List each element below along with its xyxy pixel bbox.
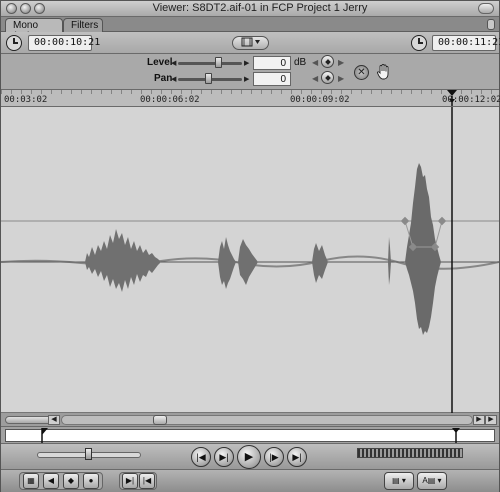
level-unit: dB [294,57,307,68]
horizontal-scrollbar[interactable]: ◀ ▶ ▶ [1,413,499,427]
level-keyframe-button[interactable] [321,55,334,68]
playhead-scrub-marker-icon[interactable] [452,428,460,443]
in-point-marker-icon[interactable] [41,428,49,443]
pan-increase-arrow[interactable]: ▶ [244,75,249,83]
level-label: Level [147,57,173,68]
tab-mono-a1[interactable]: Mono (a1) [5,18,63,42]
timecode-bar: 00:00:10:21 00:00:11:23 [1,32,500,54]
clock-icon [6,35,22,51]
audio-controls: Level ◀ ▶ 0 dB ◀ ▶ Pan ◀ ▶ 0 ◀ ▶ ✕ [1,54,499,90]
play-in-to-out-button[interactable]: ▶| [214,447,234,467]
prev-keyframe-arrow[interactable]: ◀ [312,58,318,67]
prev-keyframe-arrow[interactable]: ◀ [312,74,318,83]
tab-strip: Mono (a1) Filters [1,17,499,42]
close-icon[interactable] [6,3,17,14]
add-keyframe-button[interactable]: ◆ [63,473,79,489]
level-value-field[interactable]: 0 [253,56,291,70]
scrubber-bar[interactable] [1,427,499,444]
level-slider[interactable] [178,62,242,65]
keyframe-marker [400,216,410,226]
bottom-toolbar: ▦ ◀ ◆ ● ▶| |◀ ▤ ▾ A▤ ▾ [1,470,499,492]
scroll-thumb[interactable] [153,415,167,425]
mark-out-point-button[interactable]: |◀ [139,473,155,489]
pan-keyframe-button[interactable] [321,71,334,84]
next-keyframe-arrow[interactable]: ▶ [338,74,344,83]
keyframe-marker [437,216,447,226]
zoom-icon[interactable] [34,3,45,14]
window-title: Viewer: S8DT2.aif-01 in FCP Project 1 Je… [152,2,368,14]
jog-control[interactable] [357,448,463,458]
transport-controls: |◀ ▶| ▶ |▶ ▶| [1,444,499,470]
minimize-icon[interactable] [20,3,31,14]
shuttle-thumb[interactable] [85,448,92,460]
scroll-left-arrow[interactable]: ◀ [48,415,60,425]
toolbar-toggle-button[interactable] [478,3,494,14]
scrubber-track[interactable] [5,429,495,442]
previous-edit-button[interactable]: |◀ [191,447,211,467]
ruler-label: 00:00:06:02 [140,95,200,105]
play-around-current-button[interactable]: |▶ [264,447,284,467]
title-bar: Viewer: S8DT2.aif-01 in FCP Project 1 Je… [1,1,499,17]
scroll-right-arrow[interactable]: ▶ [473,415,485,425]
play-button[interactable]: ▶ [237,445,261,469]
scroll-track[interactable] [61,415,473,425]
ruler-label: 00:03:02 [4,95,48,105]
waveform-graphic [0,107,500,413]
mark-in-button[interactable]: ◀ [43,473,59,489]
tab-scroll-knob[interactable] [487,19,495,30]
viewer-window: Viewer: S8DT2.aif-01 in FCP Project 1 Je… [0,0,500,492]
view-options-popup[interactable]: ▤ ▾ [384,472,414,490]
pan-slider-thumb[interactable] [205,73,212,84]
ruler-ticks [1,90,499,94]
ruler-label: 00:00:09:02 [290,95,350,105]
level-slider-thumb[interactable] [215,57,222,68]
duration-timecode-field[interactable]: 00:00:10:21 [28,35,100,51]
reset-x-icon[interactable]: ✕ [354,65,369,80]
add-marker-button[interactable]: ● [83,473,99,489]
recent-clips-popup[interactable]: A▤ ▾ [417,472,447,490]
hand-drag-icon[interactable] [375,63,393,81]
waveform-area[interactable] [0,107,500,413]
pan-value-field[interactable]: 0 [253,72,291,86]
scroll-right-end-arrow[interactable]: ▶ [485,415,497,425]
playhead-marker-icon[interactable] [446,90,458,106]
tab-filters[interactable]: Filters [63,18,103,32]
current-timecode-field[interactable]: 00:00:11:23 [432,35,500,51]
pan-decrease-arrow[interactable]: ◀ [171,75,176,83]
pan-label: Pan [154,73,173,84]
drag-clip-button[interactable] [232,36,269,50]
timeline-ruler[interactable]: 00:03:02 00:00:06:02 00:00:09:02 00:00:1… [1,90,500,107]
clock-icon [411,35,427,51]
level-increase-arrow[interactable]: ▶ [244,59,249,67]
next-keyframe-arrow[interactable]: ▶ [338,58,344,67]
film-clip-icon [241,37,260,47]
next-edit-button[interactable]: ▶| [287,447,307,467]
mark-in-point-button[interactable]: ▶| [122,473,138,489]
match-frame-button[interactable]: ▦ [23,473,39,489]
level-decrease-arrow[interactable]: ◀ [171,59,176,67]
